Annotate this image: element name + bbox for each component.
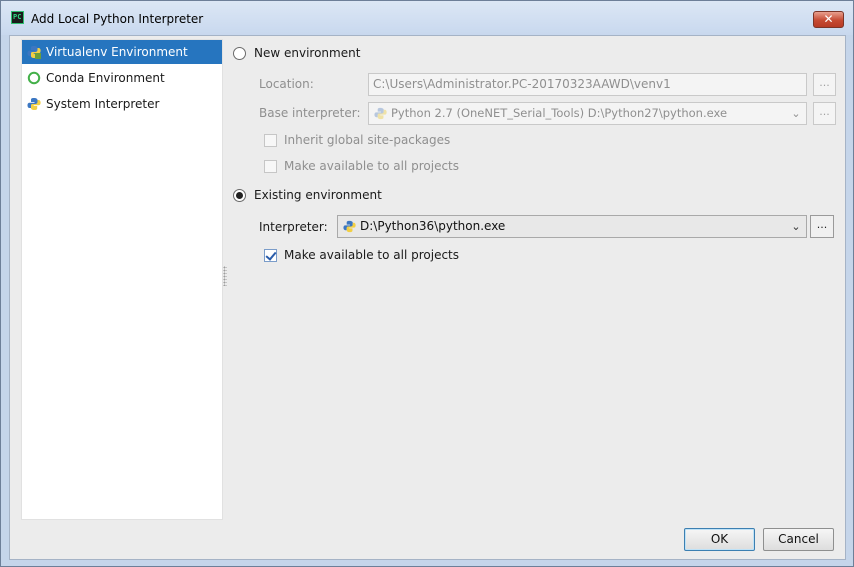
environment-type-list: Virtualenv Environment Conda Environment… (21, 39, 223, 520)
sidebar-item-virtualenv[interactable]: Virtualenv Environment (22, 40, 222, 64)
sidebar-item-conda[interactable]: Conda Environment (22, 66, 222, 90)
existing-environment-radio[interactable] (233, 189, 246, 202)
chevron-down-icon: ⌄ (791, 220, 801, 233)
existing-env-make-available-label: Make available to all projects (284, 248, 460, 262)
dialog-title: Add Local Python Interpreter (31, 12, 204, 26)
chevron-down-icon: ⌄ (791, 107, 801, 120)
interpreter-label: Interpreter: (259, 220, 328, 234)
new-environment-label: New environment (254, 46, 361, 60)
pycharm-icon: PC (11, 11, 24, 24)
base-interpreter-value: Python 2.7 (OneNET_Serial_Tools) D:\Pyth… (391, 106, 728, 120)
cancel-button[interactable]: Cancel (763, 528, 834, 551)
interpreter-value: D:\Python36\python.exe (360, 219, 506, 233)
base-interpreter-label: Base interpreter: (259, 106, 361, 120)
conda-icon (27, 71, 41, 85)
dialog-window: PC Add Local Python Interpreter ✕ Virtua… (0, 0, 854, 567)
sidebar-item-system[interactable]: System Interpreter (22, 92, 222, 116)
splitter-handle[interactable] (223, 266, 227, 286)
python-icon (27, 98, 41, 110)
virtualenv-icon (27, 46, 41, 59)
base-interpreter-browse-button[interactable]: ... (813, 102, 836, 125)
new-environment-radio[interactable] (233, 47, 246, 60)
sidebar-item-label: System Interpreter (46, 97, 160, 111)
new-env-make-available-checkbox[interactable] (264, 160, 277, 173)
python-icon (343, 220, 356, 233)
new-env-make-available-label: Make available to all projects (284, 159, 460, 173)
sidebar-item-label: Virtualenv Environment (46, 45, 188, 59)
python-icon (374, 107, 387, 120)
dialog-body: Virtualenv Environment Conda Environment… (9, 35, 846, 560)
inherit-site-packages-checkbox[interactable] (264, 134, 277, 147)
base-interpreter-select[interactable]: Python 2.7 (OneNET_Serial_Tools) D:\Pyth… (368, 102, 807, 125)
interpreter-select[interactable]: D:\Python36\python.exe ⌄ (337, 215, 807, 238)
interpreter-browse-button[interactable]: ... (810, 215, 834, 238)
close-button[interactable]: ✕ (813, 11, 844, 28)
location-label: Location: (259, 77, 314, 91)
location-browse-button[interactable]: ... (813, 73, 836, 96)
inherit-site-packages-label: Inherit global site-packages (284, 133, 451, 147)
ok-button[interactable]: OK (684, 528, 755, 551)
location-field[interactable]: C:\Users\Administrator.PC-20170323AAWD\v… (368, 73, 807, 96)
sidebar-item-label: Conda Environment (46, 71, 165, 85)
existing-environment-label: Existing environment (254, 188, 382, 202)
title-bar[interactable]: PC Add Local Python Interpreter ✕ (1, 1, 853, 35)
existing-env-make-available-checkbox[interactable] (264, 249, 277, 262)
